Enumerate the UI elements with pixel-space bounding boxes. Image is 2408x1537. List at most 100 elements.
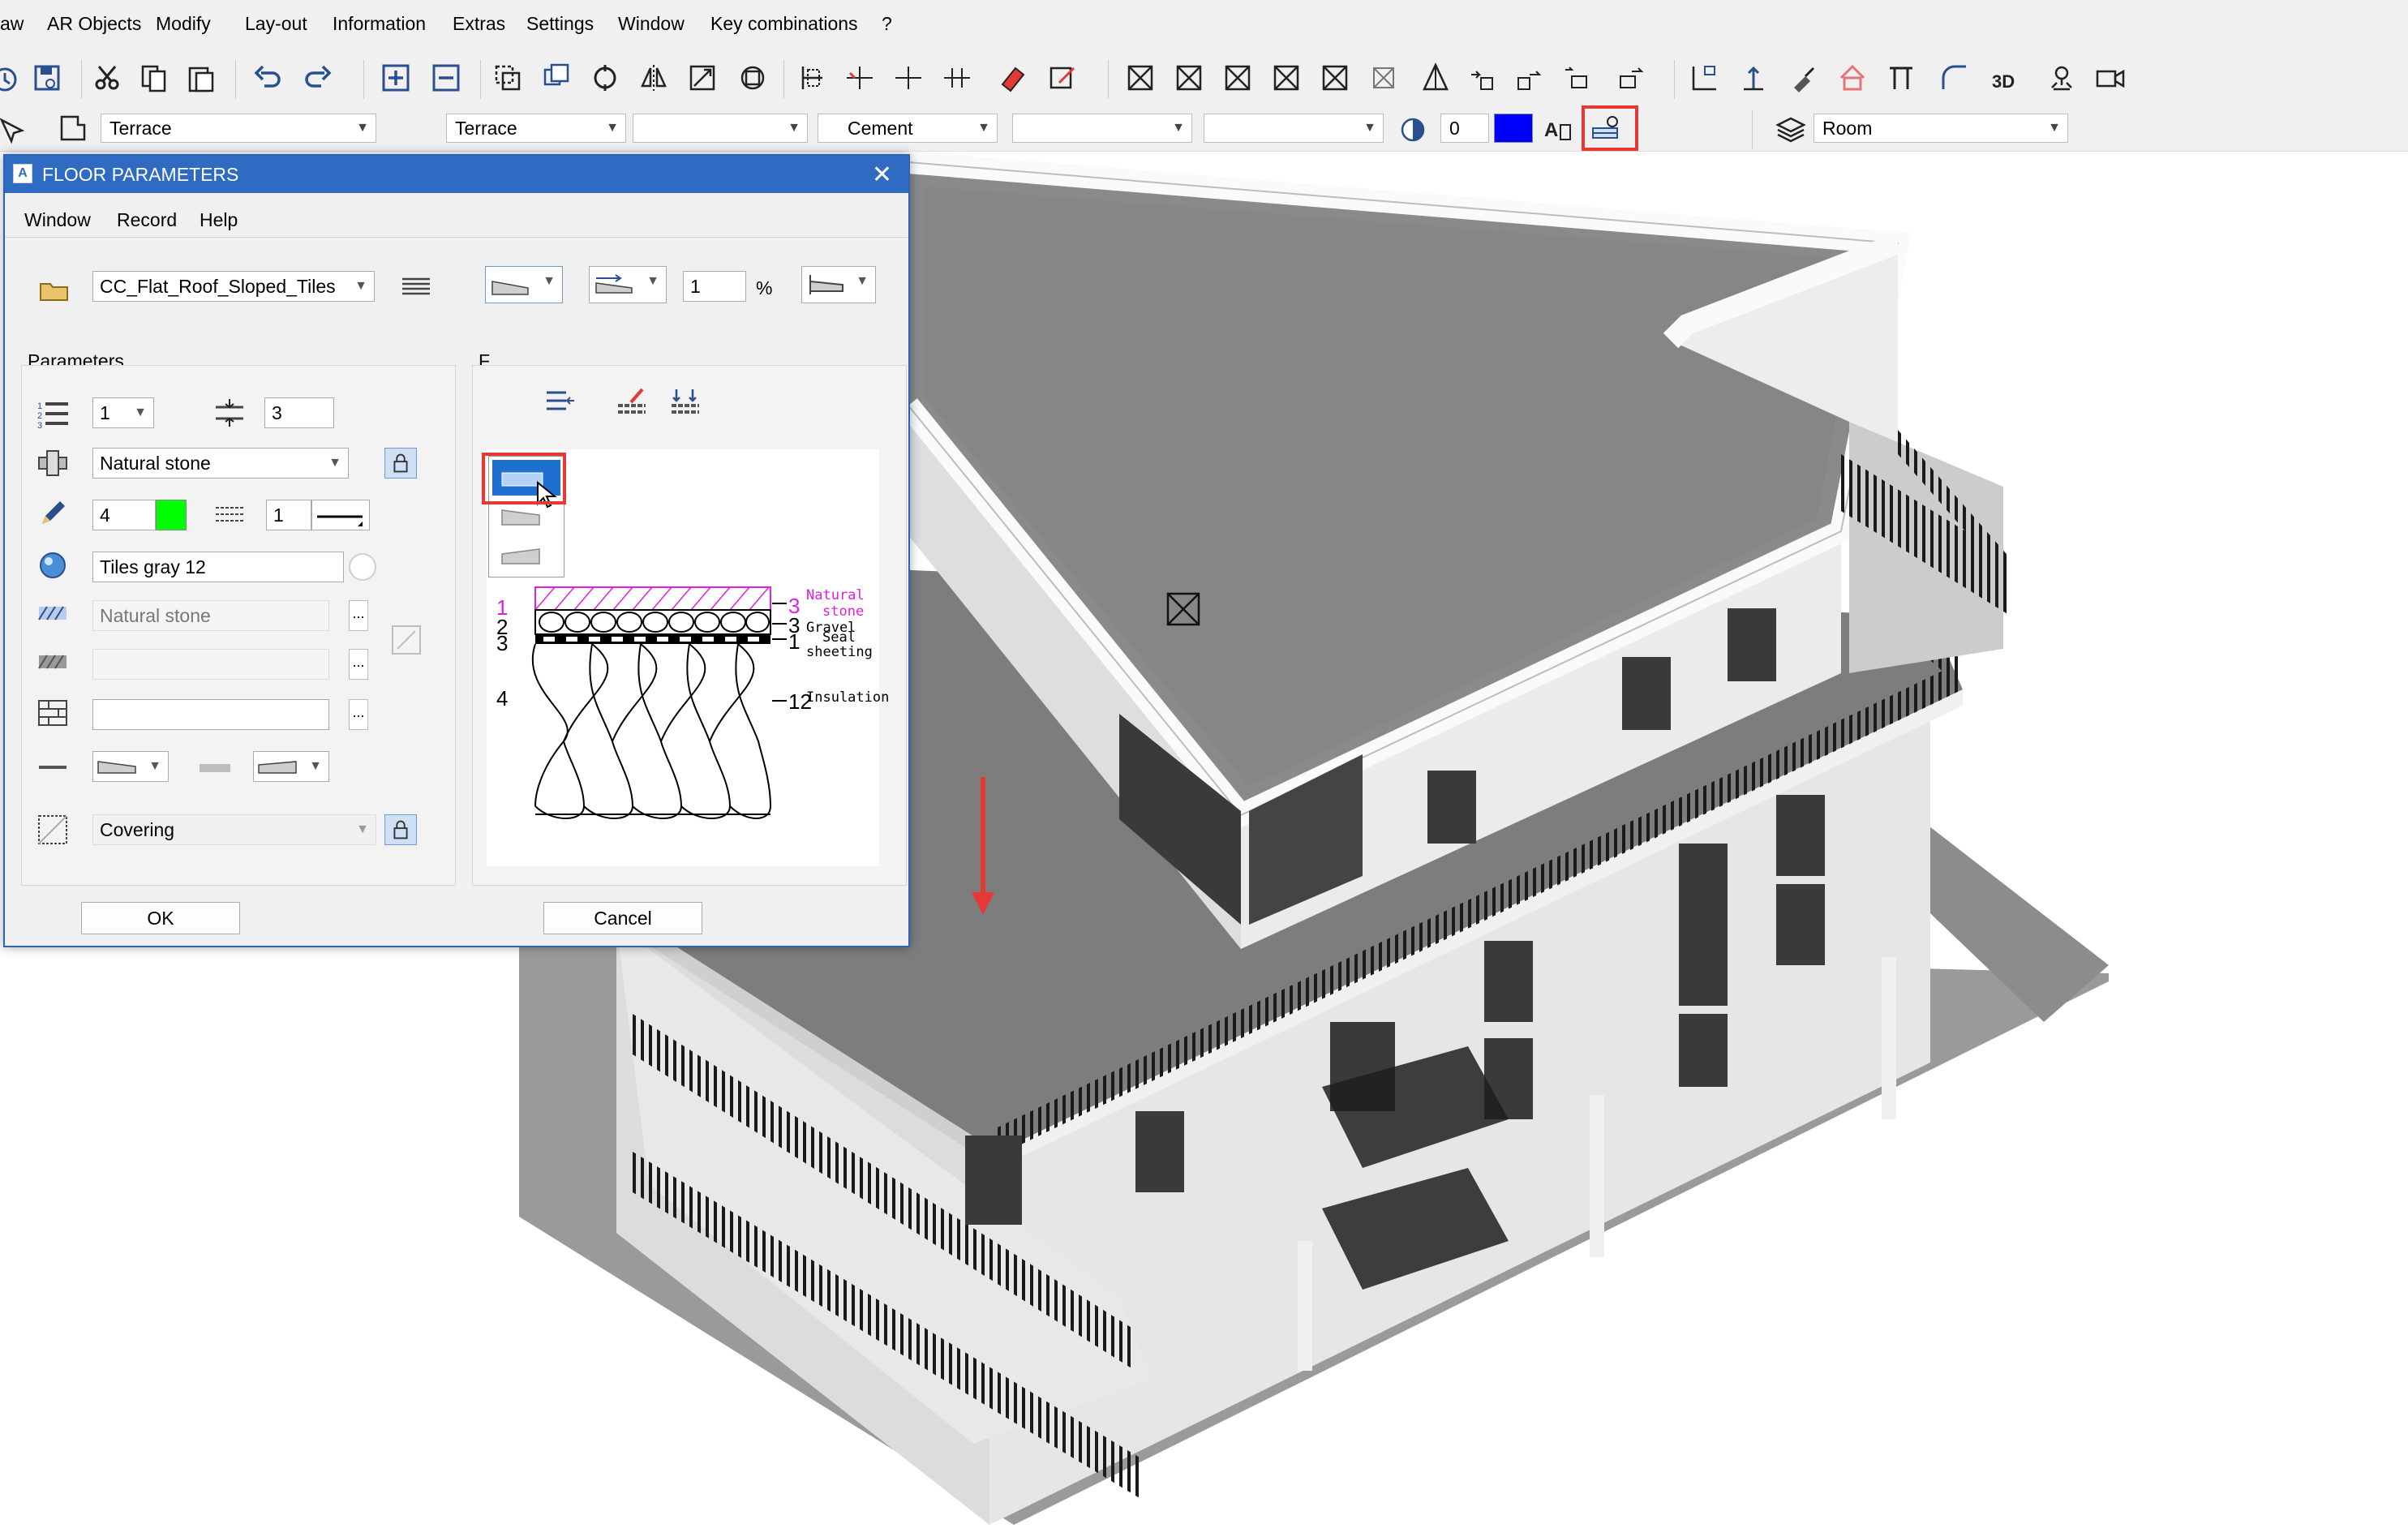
- modify-points-icon[interactable]: [1046, 62, 1079, 94]
- menu-help[interactable]: ?: [882, 13, 892, 35]
- top-slope-select[interactable]: ▼: [92, 751, 169, 782]
- opening-icon[interactable]: [1173, 62, 1205, 94]
- hatch-link-icon[interactable]: [389, 623, 423, 657]
- pattern-browse-button[interactable]: ...: [349, 649, 368, 680]
- empty-select[interactable]: ▼: [633, 114, 808, 143]
- camera-icon[interactable]: [2094, 62, 2127, 94]
- bottom-slope-select[interactable]: ▼: [253, 751, 329, 782]
- distort-icon[interactable]: [736, 62, 769, 94]
- brush-icon[interactable]: [1788, 62, 1820, 94]
- insert-layer-icon[interactable]: [543, 384, 577, 419]
- hatch-input[interactable]: Natural stone: [92, 600, 329, 631]
- scale-icon[interactable]: [686, 62, 719, 94]
- line-input[interactable]: 1: [266, 500, 311, 530]
- copy-icon[interactable]: [138, 62, 170, 94]
- clock-icon[interactable]: [0, 63, 21, 96]
- cancel-button[interactable]: Cancel: [543, 902, 702, 934]
- pen-select[interactable]: ▼: [1204, 114, 1384, 143]
- redo-icon[interactable]: [302, 62, 334, 94]
- slope-type-select[interactable]: ▼: [485, 266, 563, 303]
- light-icon[interactable]: [2045, 62, 2078, 94]
- fill-input[interactable]: [92, 699, 329, 730]
- layer-select[interactable]: Terrace ▼: [101, 114, 376, 143]
- subtract-icon[interactable]: [430, 62, 462, 94]
- select-icon[interactable]: [491, 62, 524, 94]
- dropdown-option-sloped-up[interactable]: [492, 538, 560, 573]
- thickness-input[interactable]: 3: [264, 397, 334, 428]
- transparency-input[interactable]: 0: [1440, 114, 1489, 143]
- dialog-menu-window[interactable]: Window: [24, 209, 91, 231]
- camera-transfer-icon[interactable]: [1560, 62, 1593, 94]
- menu-window[interactable]: Window: [618, 13, 685, 35]
- texture-clear-button[interactable]: [349, 553, 376, 581]
- menu-key-combinations[interactable]: Key combinations: [710, 13, 858, 35]
- roof-icon[interactable]: [1419, 62, 1452, 94]
- shade-icon[interactable]: [1397, 114, 1429, 146]
- copy-object-icon[interactable]: [540, 62, 573, 94]
- trim-icon[interactable]: [843, 62, 876, 94]
- window-icon[interactable]: [1221, 62, 1254, 94]
- slope-direction-select[interactable]: ▼: [589, 266, 667, 303]
- material-select[interactable]: Natural stone ▼: [92, 448, 349, 479]
- line-style-select[interactable]: [311, 500, 370, 530]
- wall-icon[interactable]: [1124, 62, 1157, 94]
- text-style-icon[interactable]: A: [1543, 114, 1575, 146]
- lock-button[interactable]: [384, 448, 417, 479]
- room-select[interactable]: Room ▼: [1814, 114, 2068, 143]
- material-select[interactable]: Cement ▼: [818, 114, 998, 143]
- rotate-icon[interactable]: [589, 62, 621, 94]
- finish-lock-button[interactable]: [384, 814, 417, 845]
- paste-icon[interactable]: [185, 62, 217, 94]
- recess-icon[interactable]: [1367, 62, 1400, 94]
- menu-ar-objects[interactable]: AR Objects: [47, 13, 141, 35]
- finish-select[interactable]: Covering ▼: [92, 814, 376, 845]
- distribute-layers-icon[interactable]: [668, 384, 702, 419]
- color-swatch[interactable]: [1494, 114, 1533, 143]
- dialog-title-bar[interactable]: A FLOOR PARAMETERS ✕: [5, 156, 908, 193]
- eraser-icon[interactable]: [996, 62, 1028, 94]
- menu-modify[interactable]: Modify: [156, 13, 211, 35]
- edge-type-select[interactable]: ▼: [801, 266, 876, 303]
- menu-draw[interactable]: aw: [0, 13, 24, 35]
- level-icon[interactable]: [1689, 62, 1721, 94]
- pattern-input[interactable]: [92, 649, 329, 680]
- layers-icon[interactable]: [1775, 114, 1807, 146]
- niche-icon[interactable]: [1319, 62, 1351, 94]
- height-icon[interactable]: [1737, 62, 1770, 94]
- extend-icon[interactable]: [892, 62, 925, 94]
- divide-icon[interactable]: [941, 62, 973, 94]
- house-icon[interactable]: [1836, 62, 1869, 94]
- object-transfer-icon[interactable]: [1614, 62, 1646, 94]
- save-icon[interactable]: [31, 62, 63, 94]
- dialog-menu-record[interactable]: Record: [117, 209, 177, 231]
- favorite-select[interactable]: CC_Flat_Roof_Sloped_Tiles ▼: [92, 271, 375, 302]
- hatch-browse-button[interactable]: ...: [349, 600, 368, 631]
- dialog-menu-help[interactable]: Help: [200, 209, 238, 231]
- menu-layout[interactable]: Lay-out: [245, 13, 307, 35]
- layer-structure-icon[interactable]: [399, 269, 433, 303]
- close-icon[interactable]: ✕: [872, 161, 892, 189]
- ok-button[interactable]: OK: [81, 902, 240, 934]
- arc-icon[interactable]: [1938, 62, 1971, 94]
- undo-icon[interactable]: [251, 62, 284, 94]
- menu-extras[interactable]: Extras: [453, 13, 505, 35]
- pen-input[interactable]: 4: [92, 500, 156, 530]
- smart-symbol-icon[interactable]: [1466, 62, 1499, 94]
- door-icon[interactable]: [1270, 62, 1303, 94]
- folder-open-icon[interactable]: [37, 273, 71, 307]
- slope-input[interactable]: 1: [683, 271, 746, 302]
- cut-icon[interactable]: [91, 62, 123, 94]
- menu-settings[interactable]: Settings: [526, 13, 594, 35]
- fill-browse-button[interactable]: ...: [349, 699, 368, 730]
- 3d-view-icon[interactable]: 3D: [1990, 62, 2023, 94]
- align-icon[interactable]: [796, 62, 829, 94]
- surface-select[interactable]: Terrace ▼: [446, 114, 626, 143]
- pen-color-swatch[interactable]: [156, 500, 187, 530]
- texture-input[interactable]: Tiles gray 12: [92, 552, 344, 582]
- layer-icon[interactable]: [57, 112, 89, 144]
- pointer-icon[interactable]: [0, 115, 28, 148]
- mirror-icon[interactable]: [637, 62, 670, 94]
- layer-count-select[interactable]: 1 ▼: [92, 397, 154, 428]
- column-icon[interactable]: [1885, 62, 1917, 94]
- transfer-icon[interactable]: [1513, 62, 1546, 94]
